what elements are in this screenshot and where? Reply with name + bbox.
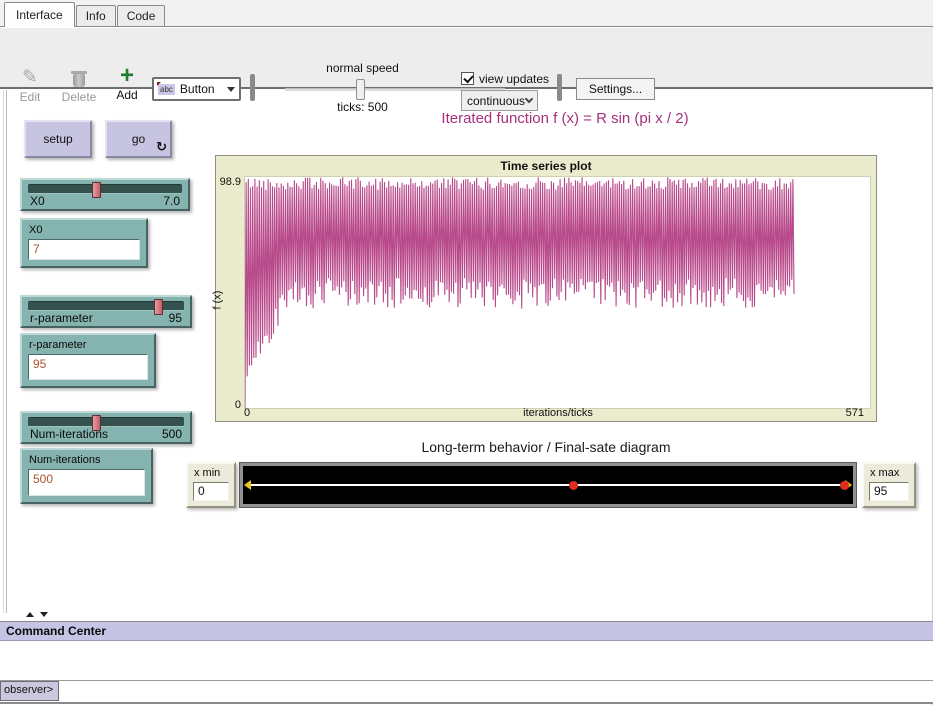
abc-widget-icon: abc <box>158 84 175 95</box>
edit-button-label: Edit <box>20 90 41 104</box>
slider-track[interactable] <box>28 417 184 427</box>
left-arrow-turtle-icon <box>244 480 251 490</box>
tab-info[interactable]: Info <box>76 5 116 26</box>
command-center-output[interactable] <box>0 641 933 680</box>
splitter-up-icon[interactable] <box>26 612 34 617</box>
axis-line <box>246 484 850 486</box>
input-r-parameter-label: r-parameter <box>22 335 154 354</box>
slider-num-iterations-label: Num-iterations <box>30 427 108 441</box>
update-mode-dropdown[interactable]: continuous <box>461 90 538 111</box>
input-r-parameter-field[interactable]: 95 <box>28 354 148 380</box>
plot-x-axis-label: iterations/ticks <box>244 407 872 419</box>
go-button-label: go <box>132 132 145 146</box>
checkbox-icon[interactable] <box>461 72 474 85</box>
input-x0-field[interactable]: 7 <box>28 239 140 260</box>
slider-track[interactable] <box>28 184 182 194</box>
input-num-iterations[interactable]: Num-iterations 500 <box>20 448 153 504</box>
input-num-iterations-field[interactable]: 500 <box>28 469 145 496</box>
command-input[interactable] <box>59 681 933 701</box>
forever-icon: ↻ <box>156 139 167 155</box>
widget-type-value: Button <box>180 82 227 96</box>
delete-button[interactable]: Delete <box>58 66 100 104</box>
x-min-monitor: x min 0 <box>186 462 236 508</box>
input-num-iterations-label: Num-iterations <box>22 450 151 469</box>
view-updates-label: view updates <box>479 72 549 86</box>
pencil-icon: ✎ <box>14 66 46 90</box>
x-min-label: x min <box>188 464 234 481</box>
final-state-diagram-label: Long-term behavior / Final-sate diagram <box>215 439 877 455</box>
speed-slider-label: normal speed <box>285 61 440 75</box>
slider-r-parameter-label: r-parameter <box>30 311 93 325</box>
toolbar: ✎ Edit Delete + Add abc Button normal sp… <box>0 28 933 89</box>
plot-area <box>244 176 871 409</box>
slider-x0-value: 7.0 <box>163 194 180 208</box>
add-button[interactable]: + Add <box>110 64 144 102</box>
plot-y-min-tick: 0 <box>216 399 241 411</box>
trash-icon <box>58 66 100 90</box>
input-r-parameter[interactable]: r-parameter 95 <box>20 333 156 388</box>
widget-type-dropdown[interactable]: abc Button <box>152 77 241 101</box>
toolbar-separator <box>250 74 255 101</box>
toolbar-separator-2 <box>557 74 562 101</box>
command-center-header: Command Center <box>0 622 933 641</box>
speed-slider-thumb[interactable] <box>356 79 365 100</box>
add-button-label: Add <box>116 88 137 102</box>
input-x0[interactable]: X0 7 <box>20 218 148 268</box>
edit-button[interactable]: ✎ Edit <box>14 66 46 104</box>
slider-x0[interactable]: X0 7.0 <box>20 178 190 211</box>
command-center-splitter[interactable] <box>26 612 48 620</box>
plot-x-max-tick: 571 <box>846 407 864 419</box>
x-max-monitor: x max 95 <box>862 462 916 508</box>
time-series-waveform <box>245 177 872 410</box>
slider-r-parameter-value: 95 <box>169 311 182 325</box>
splitter-down-icon[interactable] <box>40 612 48 617</box>
red-dot-turtle <box>840 481 849 490</box>
model-note-title: Iterated function f (x) = R sin (pi x / … <box>280 110 850 127</box>
plus-icon: + <box>110 64 144 88</box>
delete-button-label: Delete <box>62 90 97 104</box>
canvas-left-edge-highlight <box>3 90 4 613</box>
settings-button[interactable]: Settings... <box>576 78 655 100</box>
plot-y-axis-label: f (x) <box>211 291 223 310</box>
tab-bar: InterfaceInfoCode <box>0 0 933 27</box>
x-max-label: x max <box>864 464 914 481</box>
slider-num-iterations[interactable]: Num-iterations 500 <box>20 411 192 444</box>
world-view[interactable] <box>240 463 856 507</box>
slider-r-parameter[interactable]: r-parameter 95 <box>20 295 192 328</box>
go-button[interactable]: go ↻ <box>105 120 172 158</box>
plot-y-max-tick: 98.9 <box>216 176 241 188</box>
command-prompt-row: observer> <box>0 680 933 701</box>
slider-num-iterations-value: 500 <box>162 427 182 441</box>
plot-title: Time series plot <box>216 159 876 173</box>
command-center: Command Center observer> <box>0 621 933 704</box>
dropdown-arrow-icon <box>227 87 235 92</box>
chevron-down-icon <box>525 95 533 103</box>
canvas-left-edge <box>6 90 7 613</box>
slider-x0-label: X0 <box>30 194 45 208</box>
view-updates-toggle[interactable]: view updates <box>461 71 549 86</box>
setup-button[interactable]: setup <box>24 120 92 158</box>
update-mode-value: continuous <box>467 94 526 108</box>
tab-code[interactable]: Code <box>117 5 166 26</box>
x-max-value: 95 <box>869 482 909 501</box>
x-min-value: 0 <box>193 482 229 501</box>
observer-prompt: observer> <box>0 681 59 701</box>
tab-interface[interactable]: Interface <box>4 2 75 27</box>
plot-x-axis: 0 iterations/ticks 571 <box>244 407 872 421</box>
slider-track[interactable] <box>28 301 184 311</box>
time-series-plot: Time series plot 98.9 0 f (x) 0 iteratio… <box>215 155 877 422</box>
input-x0-label: X0 <box>22 220 146 239</box>
red-dot-turtle <box>569 481 578 490</box>
setup-button-label: setup <box>43 132 72 146</box>
